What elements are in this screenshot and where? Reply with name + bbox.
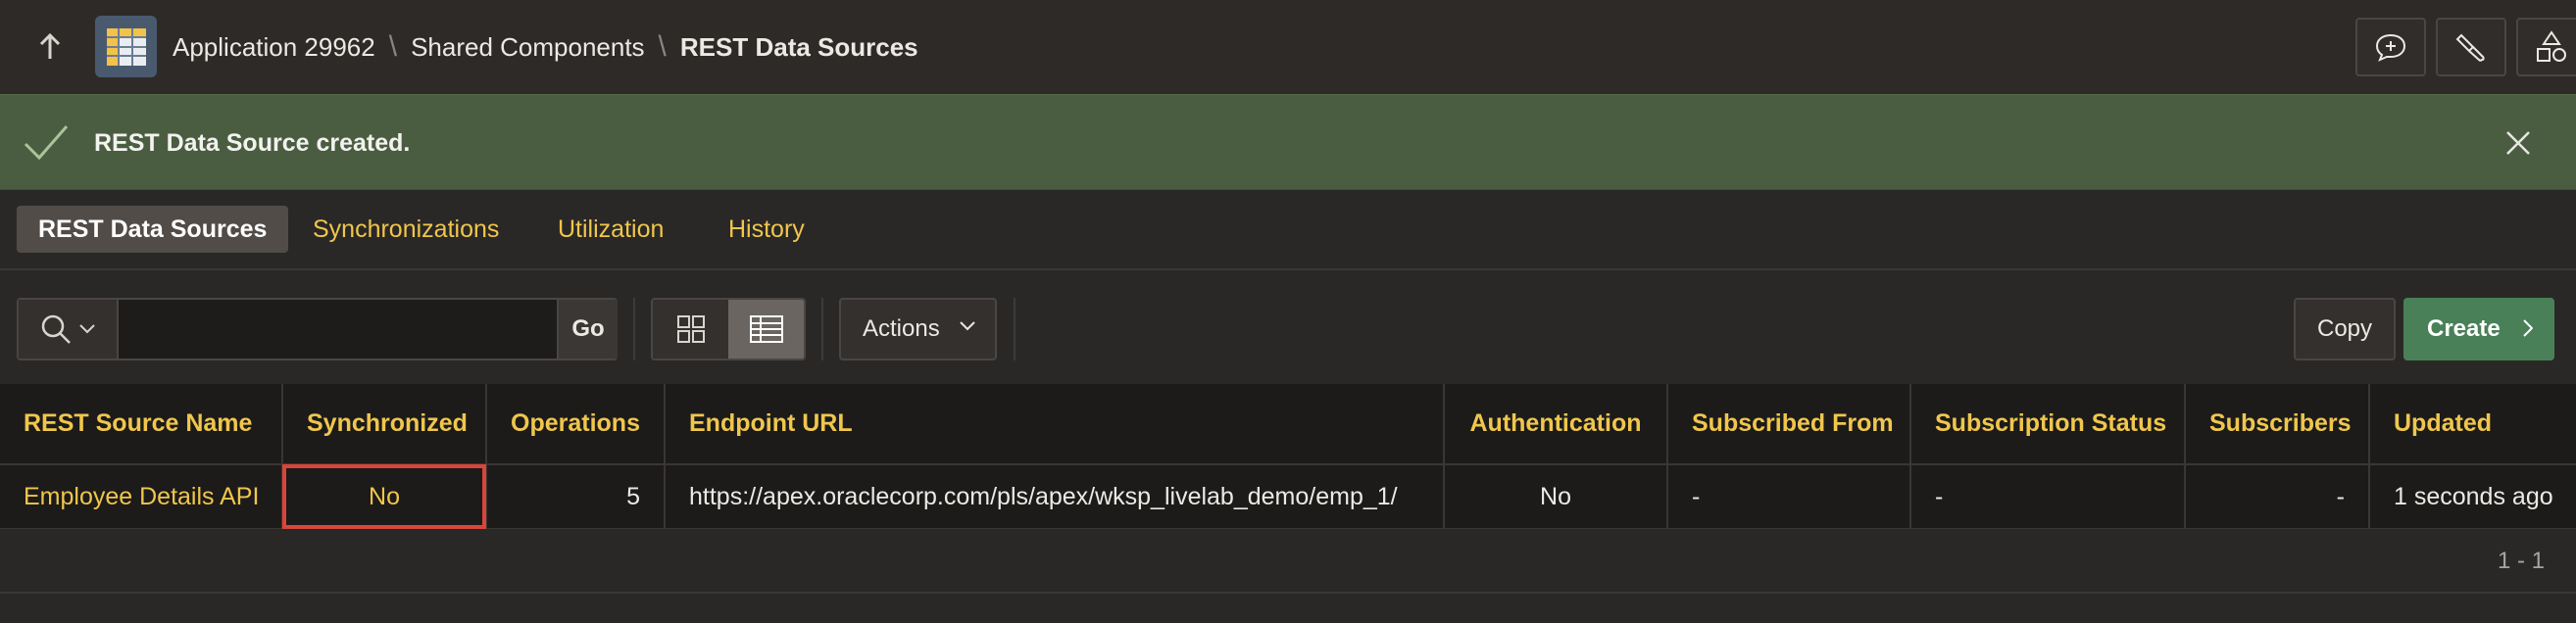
breadcrumb: Application 29962 \ Shared Components \ … (173, 0, 918, 94)
toolbar-divider (1014, 298, 1016, 360)
tab-utilization[interactable]: Utilization (536, 206, 685, 253)
top-header: Application 29962 \ Shared Components \ … (0, 0, 2576, 94)
copy-button[interactable]: Copy (2294, 298, 2396, 360)
report-view-button[interactable] (728, 300, 804, 359)
search-icon (41, 314, 71, 344)
pagination-bar: 1 - 1 (0, 529, 2576, 594)
breadcrumb-shared-components[interactable]: Shared Components (411, 32, 644, 63)
column-header-endpoint-url[interactable]: Endpoint URL (665, 384, 1445, 465)
toolbar-divider (821, 298, 823, 360)
brush-icon (2455, 33, 2485, 62)
grid-table-icon[interactable] (95, 16, 157, 77)
icon-view-button[interactable] (653, 300, 728, 359)
actions-menu-button[interactable]: Actions (839, 298, 997, 360)
column-header-updated[interactable]: Updated (2369, 384, 2576, 465)
create-button[interactable]: Create (2403, 298, 2554, 360)
success-alert: REST Data Source created. (0, 94, 2576, 190)
search-column-selector[interactable] (19, 300, 119, 359)
subscription-status-cell: - (1910, 464, 2186, 530)
subscribers-cell: - (2185, 464, 2370, 530)
breadcrumb-separator: \ (658, 30, 667, 63)
synchronized-cell[interactable]: No (282, 464, 487, 530)
tab-history[interactable]: History (707, 206, 826, 253)
search-input[interactable] (119, 300, 557, 359)
table-row: Employee Details API No 5 https://apex.o… (0, 464, 2576, 530)
column-header-synchronized[interactable]: Synchronized (282, 384, 487, 465)
pagination-range: 1 - 1 (2497, 548, 2545, 574)
endpoint-url-cell: https://apex.oraclecorp.com/pls/apex/wks… (665, 464, 1445, 530)
column-header-rest-source-name[interactable]: REST Source Name (0, 384, 283, 465)
chevron-right-icon (2523, 319, 2533, 337)
tab-bar: REST Data Sources Synchronizations Utili… (0, 190, 2576, 270)
rest-source-name-link[interactable]: Employee Details API (0, 464, 283, 530)
tab-rest-data-sources[interactable]: REST Data Sources (17, 206, 289, 253)
updated-cell: 1 seconds ago (2369, 464, 2576, 530)
report-toolbar: Go Actions Copy Create (0, 270, 2576, 384)
grid-icon (676, 315, 705, 343)
actions-label: Actions (863, 315, 940, 342)
table-header-row: REST Source Name Synchronized Operations… (0, 384, 2576, 465)
shapes-button[interactable] (2516, 18, 2576, 76)
report-table: REST Source Name Synchronized Operations… (0, 384, 2576, 530)
arrow-up-icon[interactable] (35, 29, 65, 65)
alert-message: REST Data Source created. (94, 129, 411, 157)
go-button[interactable]: Go (557, 300, 618, 359)
column-header-operations[interactable]: Operations (486, 384, 666, 465)
brush-button[interactable] (2436, 18, 2506, 76)
subscribed-from-cell: - (1667, 464, 1911, 530)
page-footer (0, 594, 2576, 623)
table-icon (749, 315, 783, 343)
checkmark-icon (24, 125, 69, 161)
chevron-down-icon (79, 324, 95, 334)
column-header-subscribers[interactable]: Subscribers (2185, 384, 2370, 465)
breadcrumb-application[interactable]: Application 29962 (173, 32, 375, 63)
create-label: Create (2427, 315, 2501, 342)
shapes-icon (2537, 30, 2566, 62)
breadcrumb-separator: \ (388, 30, 398, 63)
column-header-subscribed-from[interactable]: Subscribed From (1667, 384, 1911, 465)
chat-plus-icon (2375, 33, 2406, 62)
chevron-down-icon (960, 321, 975, 331)
toolbar-divider (633, 298, 635, 360)
breadcrumb-current-page: REST Data Sources (679, 31, 918, 62)
tab-synchronizations[interactable]: Synchronizations (291, 206, 520, 253)
search-bar: Go (17, 298, 618, 360)
column-header-authentication[interactable]: Authentication (1444, 384, 1668, 465)
operations-cell: 5 (486, 464, 666, 530)
authentication-cell: No (1444, 464, 1668, 530)
chat-plus-button[interactable] (2355, 18, 2426, 76)
view-mode-toggle (651, 298, 806, 360)
column-header-subscription-status[interactable]: Subscription Status (1910, 384, 2186, 465)
close-icon[interactable] (2503, 128, 2533, 158)
